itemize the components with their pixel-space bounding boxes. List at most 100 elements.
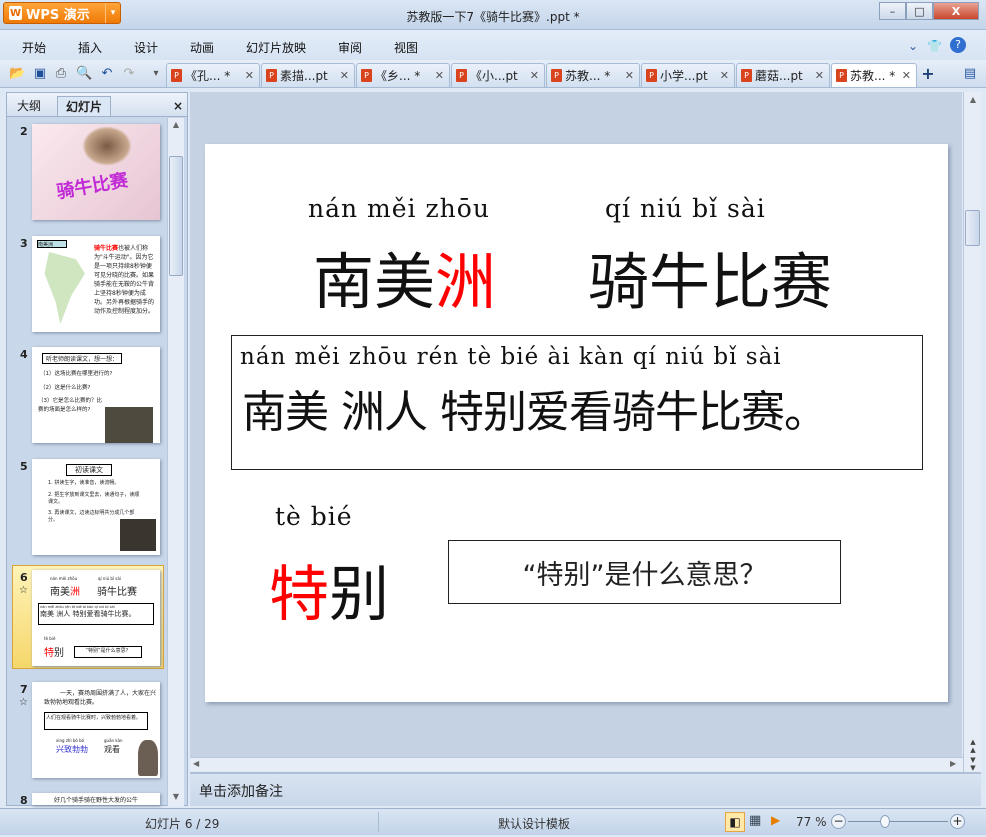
close-tab-icon[interactable]: ✕ — [530, 69, 539, 82]
menu-review[interactable]: 审阅 — [338, 39, 362, 56]
maximize-button[interactable]: □ — [906, 2, 933, 20]
undo-icon[interactable]: ↶ — [99, 66, 115, 82]
slide-thumbnail-6[interactable]: nán měi zhōu qí niú bǐ sài 南美洲 骑牛比赛 nán … — [32, 570, 160, 666]
thumb-label: 南美洲 — [37, 240, 67, 248]
scrollbar-thumb[interactable] — [169, 156, 183, 276]
save-icon[interactable]: ▣ — [32, 66, 48, 82]
thumb-title: 骑牛比赛 — [54, 169, 130, 204]
close-tab-icon[interactable]: ✕ — [435, 69, 444, 82]
bull-rider-image — [82, 126, 132, 166]
scroll-down-icon[interactable]: ▼ — [169, 792, 183, 802]
slide-thumbnail-5[interactable]: 初读课文 1. 拼读生字，读准音，读流畅。 2. 把生字放到课文里去，读通句子，… — [32, 459, 160, 555]
slideshow-icon[interactable]: ▶ — [771, 813, 780, 827]
ppt-file-icon: P — [551, 69, 562, 82]
slide-number: 4 — [20, 348, 28, 361]
print-preview-icon[interactable]: 🔍 — [76, 66, 92, 82]
normal-view-icon[interactable]: ◧ — [725, 812, 745, 832]
print-icon[interactable]: ⎙ — [53, 66, 69, 82]
thumb-text: 洲 — [70, 587, 80, 598]
menu-home[interactable]: 开始 — [22, 39, 46, 56]
tab-slides[interactable]: 幻灯片 — [57, 96, 112, 116]
scroll-up-icon[interactable]: ▲ — [169, 120, 183, 130]
menu-design[interactable]: 设计 — [134, 39, 158, 56]
ppt-file-icon: P — [456, 69, 467, 82]
word-te: 特 — [269, 560, 329, 630]
doc-tab[interactable]: P 素描...pt ✕ — [261, 63, 355, 87]
tab-list-icon[interactable]: ▤ — [962, 66, 978, 82]
word-bie: 别 — [329, 560, 389, 630]
thumb-text: qí niú bǐ sài — [98, 576, 121, 581]
collapse-ribbon-icon[interactable]: ⌄ — [908, 39, 918, 53]
scrollbar-thumb[interactable] — [965, 210, 980, 246]
zoom-out-icon[interactable]: − — [831, 814, 846, 829]
divider — [378, 812, 379, 832]
slide-canvas[interactable]: nán měi zhōu qí niú bǐ sài 南美洲 骑牛比赛 nán … — [205, 144, 948, 702]
doc-tab[interactable]: P 《乡... * ✕ — [356, 63, 450, 87]
ppt-file-icon: P — [741, 69, 752, 82]
doc-tab-active[interactable]: P 苏教... * ✕ — [831, 63, 917, 87]
word-nan-mei: 南美 — [313, 247, 436, 318]
thumb-text: 南美 洲人 特别爱看骑牛比赛。 — [40, 610, 136, 618]
next-slide-icon[interactable]: ▼ ▼ — [966, 756, 980, 772]
menu-slideshow[interactable]: 幻灯片放映 — [246, 39, 306, 56]
zoom-in-icon[interactable]: + — [950, 814, 965, 829]
slides-panel-scrollbar[interactable]: ▲ ▼ — [167, 118, 184, 806]
thumb-text: 南美 — [50, 587, 70, 598]
doc-tab[interactable]: P 蘑菇...pt ✕ — [736, 63, 830, 87]
scroll-up-icon[interactable]: ▲ — [966, 95, 980, 104]
previous-slide-icon[interactable]: ▲ ▲ — [966, 738, 980, 754]
close-button[interactable]: X — [933, 2, 979, 20]
thumb-text: 观看 — [104, 745, 120, 754]
thumb-box: 人们在观看骑牛比赛时，兴致勃勃地看着。 — [44, 712, 148, 730]
close-tab-icon[interactable]: ✕ — [902, 69, 911, 82]
menu-view[interactable]: 视图 — [394, 39, 418, 56]
ppt-file-icon: P — [266, 69, 277, 82]
close-tab-icon[interactable]: ✕ — [720, 69, 729, 82]
slide-thumbnail-8[interactable]: 好几个骑手骑在野性大发的公牛 — [32, 793, 160, 805]
close-tab-icon[interactable]: ✕ — [815, 69, 824, 82]
scroll-left-icon[interactable]: ◀ — [193, 759, 199, 768]
customize-toolbar-icon[interactable]: ▾ — [148, 66, 164, 82]
zoom-slider-thumb[interactable] — [880, 815, 891, 828]
thumb-text: nán měi zhōu — [50, 576, 78, 581]
horizontal-scrollbar[interactable]: ◀ ▶ — [190, 757, 963, 771]
doc-tab[interactable]: P 《孔... * ✕ — [166, 63, 260, 87]
scroll-right-icon[interactable]: ▶ — [950, 759, 956, 768]
minimize-button[interactable]: – — [879, 2, 906, 20]
slide-sorter-icon[interactable]: ▦ — [749, 813, 761, 828]
thumb-text: “特别”是什么意思？ — [74, 646, 142, 658]
close-tab-icon[interactable]: ✕ — [340, 69, 349, 82]
thumb-text: （2）这是什么比赛? — [40, 385, 91, 391]
ppt-file-icon: P — [646, 69, 657, 82]
menu-insert[interactable]: 插入 — [78, 39, 102, 56]
doc-tab[interactable]: P 《小...pt ✕ — [451, 63, 545, 87]
menu-animation[interactable]: 动画 — [190, 39, 214, 56]
skin-icon[interactable]: 👕 — [927, 39, 942, 53]
slide-counter: 幻灯片 6 / 29 — [145, 817, 220, 831]
slide-thumbnail-4[interactable]: 听老师朗读课文，想一想： （1）这场比赛在哪里进行的? （2）这是什么比赛? （… — [32, 347, 160, 443]
close-tab-icon[interactable]: ✕ — [625, 69, 634, 82]
open-icon[interactable]: 📂 — [9, 66, 25, 82]
redo-icon[interactable]: ↷ — [121, 66, 137, 82]
slide-thumbnail-2[interactable]: 骑牛比赛 — [32, 124, 160, 220]
slide-thumbnail-7[interactable]: 一天，赛场周围挤满了人，大家在兴致勃勃地观看比赛。 人们在观看骑牛比赛时，兴致勃… — [32, 682, 160, 778]
slide-thumbnail-3[interactable]: 南美洲 骑牛比赛也被人们称为"斗牛运动"。因为它是一项只持续8秒钟便可见分晓的比… — [32, 236, 160, 332]
notes-pane[interactable]: 单击添加备注 — [190, 772, 981, 806]
thumb-text: xìng zhì bó bó — [56, 738, 85, 743]
close-tab-icon[interactable]: ✕ — [245, 69, 254, 82]
doc-tab[interactable]: P 苏教... * ✕ — [546, 63, 640, 87]
doc-tab[interactable]: P 小学...pt ✕ — [641, 63, 735, 87]
tab-outline[interactable]: 大纲 — [9, 96, 49, 116]
thumb-text: 1. 拼读生字，读准音，读流畅。 — [48, 480, 120, 486]
south-america-map — [44, 252, 85, 324]
close-panel-icon[interactable]: × — [165, 96, 191, 116]
new-tab-icon[interactable]: + — [920, 66, 936, 82]
design-template[interactable]: 默认设计模板 — [498, 815, 570, 832]
menu-bar: 开始 插入 设计 动画 幻灯片放映 审阅 视图 ⌄ 👕 ? — [0, 30, 986, 60]
ppt-file-icon: P — [836, 69, 847, 82]
zoom-slider[interactable] — [848, 821, 948, 822]
vertical-scrollbar[interactable]: ▲ ▲ ▲ ▼ ▼ — [963, 92, 981, 772]
thumb-box: 初读课文 — [66, 464, 112, 476]
ppt-file-icon: P — [361, 69, 372, 82]
help-icon[interactable]: ? — [950, 37, 966, 53]
